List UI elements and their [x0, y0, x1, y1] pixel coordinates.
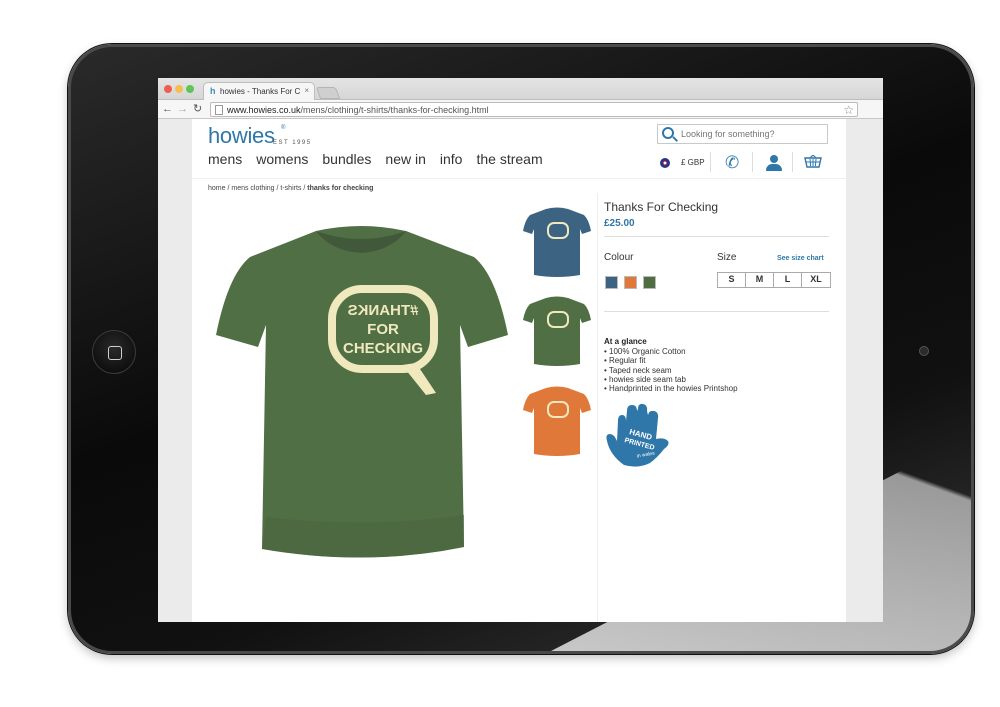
phone-icon[interactable]: ✆ — [725, 153, 739, 173]
colour-swatch-green[interactable] — [643, 276, 656, 289]
breadcrumb-home[interactable]: home — [208, 185, 226, 192]
logo-established: EST 1995 — [273, 140, 312, 146]
bookmark-star-icon[interactable]: ☆ — [843, 103, 854, 117]
glance-item: • Taped neck seam — [604, 365, 672, 375]
breadcrumb-current: thanks for checking — [307, 185, 374, 192]
product-title: Thanks For Checking — [604, 200, 719, 214]
web-page: howies ® EST 1995 mens womens bundles ne… — [192, 119, 846, 622]
product-price: £25.00 — [604, 218, 635, 229]
column-divider — [597, 193, 598, 622]
divider — [752, 152, 753, 172]
breadcrumb-mens-clothing[interactable]: mens clothing — [231, 185, 274, 192]
size-selector: S M L XL — [717, 272, 831, 288]
size-option-s[interactable]: S — [718, 273, 746, 287]
at-a-glance-list: • 100% Organic Cotton • Regular fit • Ta… — [604, 347, 738, 393]
basket-icon[interactable] — [804, 155, 822, 168]
size-chart-link[interactable]: See size chart — [777, 255, 824, 262]
size-option-m[interactable]: M — [746, 273, 774, 287]
print-line-3: CHECKING — [343, 340, 423, 357]
colour-swatch-blue[interactable] — [605, 276, 618, 289]
uk-flag-icon[interactable] — [660, 158, 670, 168]
forward-icon[interactable]: → — [177, 102, 188, 116]
divider — [710, 152, 711, 172]
glance-item: • 100% Organic Cotton — [604, 347, 686, 356]
address-bar[interactable]: www.howies.co.uk/mens/clothing/t-shirts/… — [210, 102, 858, 117]
tab-close-icon[interactable]: × — [304, 86, 309, 95]
back-icon[interactable]: ← — [162, 102, 173, 116]
nav-item-new-in[interactable]: new in — [385, 151, 425, 167]
nav-item-bundles[interactable]: bundles — [322, 151, 371, 167]
stage: h howies - Thanks For Checking × ← → ↻ w… — [0, 0, 1000, 707]
minimize-window-icon[interactable] — [175, 85, 183, 93]
details-divider — [604, 311, 829, 312]
new-tab-button[interactable] — [315, 87, 341, 99]
size-label: Size — [717, 252, 737, 263]
nav-item-info[interactable]: info — [440, 151, 463, 167]
account-icon[interactable] — [766, 155, 782, 171]
product-main-image[interactable]: #THANKS FOR CHECKING — [206, 217, 516, 567]
details-divider — [604, 236, 829, 237]
search-box[interactable] — [657, 124, 828, 144]
search-icon[interactable] — [662, 127, 674, 139]
thumbnail-orange[interactable] — [522, 384, 592, 458]
account-icon-body — [766, 164, 782, 171]
account-icon-head — [770, 155, 778, 163]
hand-printed-badge: HAND PRINTED in wales — [606, 403, 669, 467]
nav-item-mens[interactable]: mens — [208, 151, 242, 167]
url-domain: www.howies.co.uk — [227, 105, 301, 115]
colour-label: Colour — [604, 252, 634, 263]
at-a-glance-title: At a glance — [604, 337, 647, 346]
url-text: www.howies.co.uk/mens/clothing/t-shirts/… — [227, 105, 489, 115]
browser-toolbar: ← → ↻ www.howies.co.uk/mens/clothing/t-s… — [158, 100, 883, 119]
home-button[interactable] — [92, 330, 136, 374]
url-path: /mens/clothing/t-shirts/thanks-for-check… — [300, 105, 489, 115]
reload-icon[interactable]: ↻ — [193, 102, 202, 116]
header-divider — [192, 178, 846, 179]
search-input[interactable] — [681, 129, 821, 139]
browser-tab[interactable]: h howies - Thanks For Checking × — [203, 82, 315, 101]
breadcrumb-t-shirts[interactable]: t-shirts — [280, 185, 301, 192]
divider — [792, 152, 793, 172]
page-icon — [215, 105, 223, 115]
tab-bar: h howies - Thanks For Checking × — [158, 78, 883, 101]
close-window-icon[interactable] — [164, 85, 172, 93]
colour-swatch-orange[interactable] — [624, 276, 637, 289]
breadcrumb: home / mens clothing / t-shirts / thanks… — [208, 185, 373, 192]
thumbnail-blue[interactable] — [522, 205, 592, 279]
logo-registered-mark: ® — [281, 125, 286, 131]
size-option-xl[interactable]: XL — [802, 273, 830, 287]
favicon-icon: h — [210, 86, 216, 96]
main-nav: mens womens bundles new in info the stre… — [208, 151, 543, 167]
print-line-1: #THANKS — [348, 302, 419, 319]
maximize-window-icon[interactable] — [186, 85, 194, 93]
home-square-icon — [108, 346, 122, 360]
size-option-l[interactable]: L — [774, 273, 802, 287]
nav-item-womens[interactable]: womens — [256, 151, 308, 167]
glance-item: • Regular fit — [604, 356, 646, 366]
site-logo[interactable]: howies — [208, 123, 275, 149]
camera-icon — [919, 346, 929, 356]
glance-item: • howies side seam tab — [604, 374, 686, 384]
nav-item-the-stream[interactable]: the stream — [476, 151, 542, 167]
browser-window: h howies - Thanks For Checking × ← → ↻ w… — [158, 78, 883, 622]
tab-title: howies - Thanks For Checking — [220, 87, 300, 96]
currency-selector[interactable]: £ GBP — [681, 158, 705, 167]
thumbnail-green[interactable] — [522, 294, 592, 368]
glance-item: • Handprinted in the howies Printshop — [604, 384, 738, 394]
print-line-2: FOR — [367, 321, 399, 338]
